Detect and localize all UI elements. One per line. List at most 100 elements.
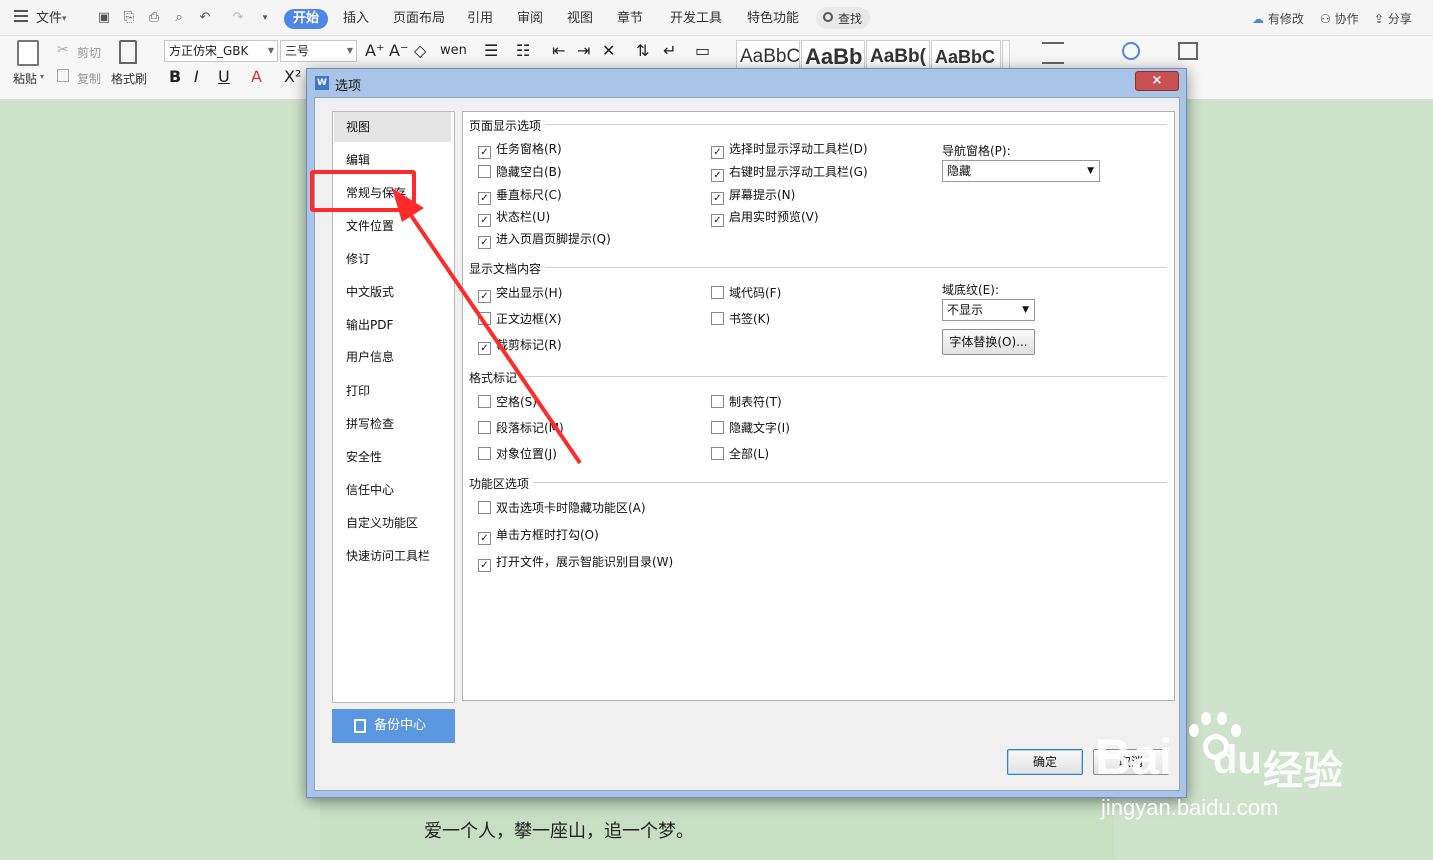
tab-review[interactable]: 审阅 — [517, 9, 543, 29]
cut-label[interactable]: 剪切 — [77, 44, 101, 61]
paste-label[interactable]: 粘贴 — [13, 70, 37, 87]
show-marks-icon[interactable]: ↵ — [663, 41, 676, 61]
font-size-select[interactable]: 三号 ▼ — [280, 40, 357, 62]
share-button[interactable]: ⇪ 分享 — [1374, 10, 1412, 27]
tab-chapter[interactable]: 章节 — [617, 9, 643, 29]
more-icon[interactable]: ▾ — [257, 10, 273, 26]
grow-font-icon[interactable]: A⁺ — [365, 41, 384, 61]
bold-icon[interactable]: B — [169, 67, 181, 87]
tab-page-layout[interactable]: 页面布局 — [393, 9, 445, 29]
bullet-list-icon[interactable]: ☰ — [484, 41, 498, 61]
paste-arrow-icon[interactable]: ▾ — [40, 72, 44, 81]
superscript-icon[interactable]: X² — [284, 67, 301, 87]
checkbox-float-toolbar-right[interactable]: ✓ 右键时显示浮动工具栏(G) — [711, 165, 868, 182]
format-painter-icon[interactable] — [119, 40, 137, 64]
number-list-icon[interactable]: ☷ — [516, 41, 530, 61]
chinese-layout-icon[interactable]: ✕ — [602, 41, 615, 61]
font-substitution-button[interactable]: 字体替换(O)... — [942, 329, 1035, 355]
italic-icon[interactable]: I — [194, 67, 199, 87]
collaborate-label: 协作 — [1334, 12, 1359, 26]
checkbox-box[interactable]: ✓ — [478, 146, 491, 159]
checkbox-all-marks[interactable]: 全部(L) — [711, 447, 769, 461]
document-text[interactable]: 爱一个人，攀一座山，追一个梦。 — [424, 817, 694, 843]
clear-format-icon[interactable]: ◇ — [414, 41, 426, 61]
cut-icon[interactable]: ✂ — [57, 42, 69, 58]
copy-label[interactable]: 复制 — [77, 70, 101, 87]
close-button[interactable]: × — [1135, 71, 1179, 91]
decrease-indent-icon[interactable]: ⇤ — [552, 41, 565, 61]
redo-icon[interactable]: ↷ — [230, 10, 246, 26]
save-icon[interactable]: ▣ — [96, 10, 112, 26]
checkbox-field-codes[interactable]: 域代码(F) — [711, 286, 781, 300]
print-icon[interactable]: ⎙ — [146, 10, 162, 26]
chevron-down-icon: ▼ — [346, 46, 353, 55]
sort-icon[interactable]: ⇅ — [636, 41, 649, 61]
increase-indent-icon[interactable]: ⇥ — [577, 41, 590, 61]
backup-center-button[interactable]: 备份中心 — [332, 709, 455, 743]
file-menu-arrow-icon[interactable]: ▾ — [62, 9, 67, 29]
checkbox-smart-toc[interactable]: ✓ 打开文件，展示智能识别目录(W) — [478, 555, 673, 572]
checkbox-box[interactable]: ✓ — [711, 214, 724, 227]
print-preview-icon[interactable]: ⌕ — [171, 10, 187, 26]
underline-icon[interactable]: U — [218, 67, 230, 87]
nav-item-quick-access[interactable]: 快速访问工具栏 — [334, 541, 451, 571]
checkbox-box[interactable] — [711, 421, 724, 434]
checkbox-dblclick-hide-ribbon[interactable]: 双击选项卡时隐藏功能区(A) — [478, 501, 646, 515]
copy-icon[interactable] — [57, 69, 69, 82]
shrink-font-icon[interactable]: A⁻ — [389, 41, 408, 61]
find-replace-icon[interactable] — [1122, 42, 1140, 60]
checkbox-box[interactable]: ✓ — [711, 169, 724, 182]
changes-label: 有修改 — [1267, 12, 1304, 26]
checkbox-box[interactable]: ✓ — [478, 559, 491, 572]
checkbox-float-toolbar-select[interactable]: ✓ 选择时显示浮动工具栏(D) — [711, 142, 868, 159]
tab-start[interactable]: 开始 — [284, 9, 329, 29]
ok-button[interactable]: 确定 — [1007, 749, 1083, 775]
checkbox-box[interactable]: ✓ — [478, 532, 491, 545]
checkbox-box[interactable] — [478, 165, 491, 178]
checkbox-box[interactable] — [478, 501, 491, 514]
nav-item-view[interactable]: 视图 — [334, 112, 451, 142]
tab-references[interactable]: 引用 — [467, 9, 493, 29]
dialog-title: 选项 — [335, 79, 362, 94]
checkbox-hide-whitespace[interactable]: 隐藏空白(B) — [478, 165, 562, 179]
collaborate-button[interactable]: ⚇ 协作 — [1320, 10, 1359, 27]
checkbox-box[interactable] — [711, 286, 724, 299]
checkbox-label: 域代码(F) — [729, 286, 782, 300]
checkbox-box[interactable] — [711, 447, 724, 460]
font-name-select[interactable]: 方正仿宋_GBK ▼ — [164, 40, 278, 62]
tab-developer[interactable]: 开发工具 — [670, 9, 722, 29]
checkbox-box[interactable] — [711, 312, 724, 325]
share-doc-icon[interactable]: ⎘ — [121, 10, 137, 26]
table-icon[interactable]: ▭ — [695, 41, 710, 61]
checkbox-live-preview[interactable]: ✓ 启用实时预览(V) — [711, 210, 819, 227]
font-color-icon[interactable]: A — [251, 67, 262, 87]
font-size-value: 三号 — [285, 44, 310, 58]
checkbox-bookmarks[interactable]: 书签(K) — [711, 312, 770, 326]
checkbox-hidden-text[interactable]: 隐藏文字(I) — [711, 421, 790, 435]
checkbox-tab-chars[interactable]: 制表符(T) — [711, 395, 782, 409]
field-shading-select[interactable]: 不显示 ▼ — [942, 299, 1035, 321]
nav-item-customize-ribbon[interactable]: 自定义功能区 — [334, 508, 451, 538]
undo-icon[interactable]: ↶ — [197, 10, 213, 26]
phonetic-icon[interactable]: wen — [440, 41, 467, 61]
new-style-icon[interactable] — [1042, 42, 1064, 64]
menu-icon[interactable] — [14, 10, 28, 22]
tab-special[interactable]: 特色功能 — [747, 9, 799, 29]
file-menu[interactable]: 文件 — [36, 9, 62, 29]
checkbox-box[interactable] — [711, 395, 724, 408]
checkbox-task-pane[interactable]: ✓ 任务窗格(R) — [478, 142, 562, 159]
nav-pane-select[interactable]: 隐藏 ▼ — [942, 160, 1100, 182]
search-box[interactable]: 查找 — [816, 7, 870, 29]
paste-icon[interactable] — [17, 40, 39, 66]
checkbox-box[interactable]: ✓ — [711, 192, 724, 205]
checkbox-box[interactable]: ✓ — [711, 146, 724, 159]
tab-insert[interactable]: 插入 — [343, 9, 369, 29]
select-icon[interactable] — [1178, 42, 1198, 60]
format-painter-label[interactable]: 格式刷 — [111, 70, 147, 87]
checkbox-label: 隐藏空白(B) — [496, 165, 562, 179]
checkbox-click-box-check[interactable]: ✓ 单击方框时打勾(O) — [478, 528, 599, 545]
tab-view[interactable]: 视图 — [567, 9, 593, 29]
dialog-titlebar[interactable]: W 选项 × — [307, 69, 1186, 97]
changes-button[interactable]: ☁ 有修改 — [1252, 10, 1304, 27]
checkbox-screen-tips[interactable]: ✓ 屏幕提示(N) — [711, 188, 795, 205]
